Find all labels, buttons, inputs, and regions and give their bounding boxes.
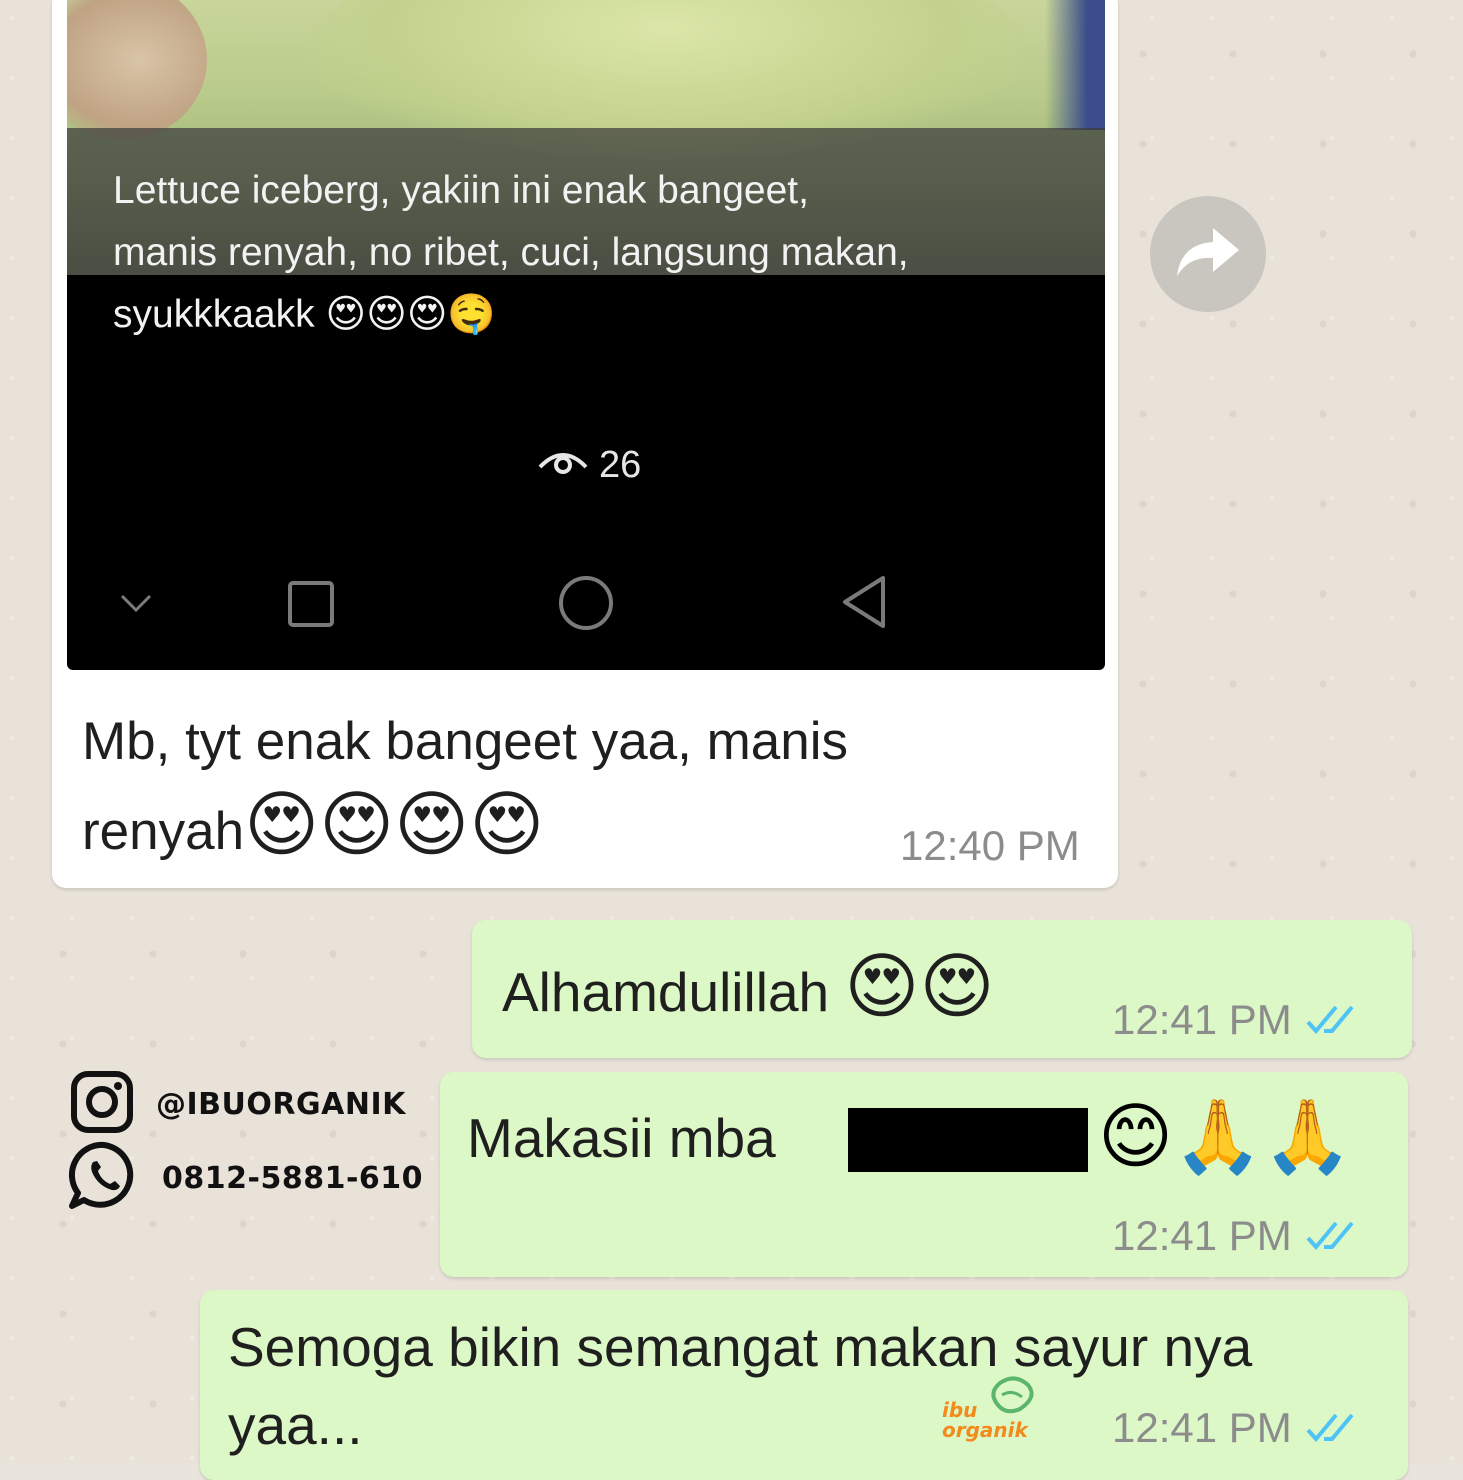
instagram-handle: @IBUORGANIK	[156, 1087, 406, 1122]
double-check-icon	[1306, 996, 1356, 1044]
circle-icon[interactable]	[557, 574, 615, 637]
brand-logo: ibu organik	[940, 1375, 1050, 1445]
double-check-icon	[1306, 1212, 1356, 1260]
android-nav-bar	[67, 570, 1105, 640]
double-check-icon	[1306, 1404, 1356, 1452]
back-triangle-icon[interactable]	[839, 574, 889, 635]
whatsapp-icon	[68, 1140, 140, 1217]
forward-icon	[1173, 224, 1243, 285]
whatsapp-number: 0812-5881-610	[162, 1161, 424, 1196]
svg-text:organik: organik	[942, 1418, 1030, 1442]
whatsapp-contact: 0812-5881-610	[68, 1140, 423, 1217]
instagram-icon	[70, 1070, 134, 1139]
message-emoji: 😍😍	[844, 944, 995, 1028]
message-time: 12:40 PM	[900, 822, 1080, 869]
view-count-number: 26	[599, 443, 642, 486]
eye-icon	[537, 443, 589, 487]
incoming-message-text: Mb, tyt enak bangeet yaa, manis renyah😍😍…	[82, 712, 848, 866]
view-count: 26	[537, 440, 641, 490]
forward-button[interactable]	[1150, 196, 1266, 312]
message-emoji: 😊🙏🙏	[1098, 1094, 1353, 1178]
message-emoji: 😍😍😍😍	[244, 782, 545, 866]
caption-emoji: 😍😍😍🤤	[325, 292, 496, 337]
instagram-contact: @IBUORGANIK	[70, 1070, 406, 1139]
message-time: 12:41 PM	[1112, 1212, 1356, 1260]
outgoing-message-text: Makasii mba	[467, 1107, 776, 1169]
chevron-down-icon[interactable]	[117, 588, 155, 623]
message-time: 12:41 PM	[1112, 1404, 1356, 1452]
outgoing-message-text: Alhamdulillah 😍😍	[502, 944, 995, 1028]
redaction-bar	[848, 1108, 1088, 1172]
square-icon[interactable]	[287, 580, 335, 633]
status-caption: Lettuce iceberg, yakiin ini enak bangeet…	[113, 169, 909, 337]
status-screenshot[interactable]: Lettuce iceberg, yakiin ini enak bangeet…	[67, 0, 1105, 670]
message-time: 12:41 PM	[1112, 996, 1356, 1044]
